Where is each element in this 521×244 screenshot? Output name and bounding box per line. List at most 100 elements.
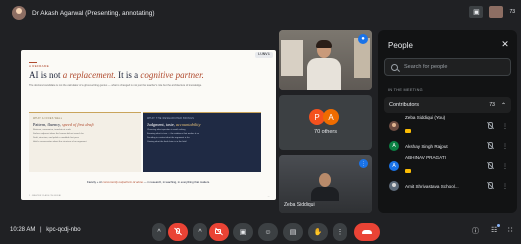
- slide-footer: Faculty + AI concurrently outperform AI …: [21, 180, 276, 184]
- chevron-up-icon[interactable]: ⌃: [501, 102, 506, 109]
- presenter-label: Dr Akash Agarwal (Presenting, annotating…: [32, 9, 155, 17]
- panel-title: People: [388, 41, 413, 50]
- mic-options-chevron-icon[interactable]: ^: [152, 223, 166, 241]
- top-right-controls: ▣ 73: [469, 6, 515, 18]
- card-title-pre: Pattern, fluency,: [33, 122, 63, 127]
- card-title-pre: Judgment, taste,: [147, 122, 176, 127]
- close-icon[interactable]: ✕: [499, 39, 511, 50]
- card-researcher-brings: WHAT THE RESEARCHER BRINGS Judgment, tas…: [143, 112, 261, 172]
- card-eyebrow: WHAT AI DOES WELL: [33, 117, 63, 120]
- meeting-details-icon[interactable]: ⓘ: [472, 226, 479, 236]
- participant-name: Akshay Singh Rajput: [405, 143, 448, 149]
- activities-icon[interactable]: ∷: [508, 226, 512, 234]
- card-line: Draft, structure, and polish a readable …: [33, 137, 79, 139]
- slide-headline: AI is not a replacement. It is a cogniti…: [29, 70, 204, 80]
- people-panel: People ✕ IN THE MEETING Contributors 73 …: [378, 30, 517, 213]
- card-line: Owning what the final claim is in the fi…: [147, 141, 187, 143]
- speaker-hair: [316, 40, 332, 48]
- meet-window: Dr Akash Agarwal (Presenting, annotating…: [0, 0, 521, 244]
- headline-pre: AI is not: [29, 70, 63, 80]
- search-input[interactable]: [404, 64, 504, 70]
- card-eyebrow: WHAT THE RESEARCHER BRINGS: [147, 117, 195, 120]
- people-search-box[interactable]: [384, 58, 511, 76]
- search-icon: [391, 63, 398, 71]
- card-line: Retrieve, summarise, translate at scale: [33, 129, 71, 131]
- video-background-shelf: [281, 40, 303, 76]
- top-bar: Dr Akash Agarwal (Presenting, annotating…: [0, 0, 521, 26]
- hang-up-icon: [362, 230, 372, 234]
- card-line: Knowing what is true — the evidence that…: [147, 133, 199, 135]
- mic-toggle-button[interactable]: [168, 223, 188, 241]
- footer-pre: Faculty + AI: [87, 180, 103, 184]
- emoji-reaction-icon[interactable]: ☺: [258, 223, 278, 241]
- avatar: A: [323, 109, 339, 125]
- slide-next-arrow-icon[interactable]: →: [267, 194, 270, 198]
- leave-call-button[interactable]: [354, 223, 380, 241]
- screen-share-icon[interactable]: ▣: [469, 6, 484, 18]
- participant-row[interactable]: A ABHINAV PRAGATI ⋮: [384, 155, 511, 178]
- card-line: Surface adjacent ideas the human did not…: [33, 133, 84, 135]
- mic-off-icon: [486, 162, 494, 170]
- people-panel-icon[interactable]: ☷: [491, 226, 497, 234]
- more-options-icon[interactable]: ⋮: [502, 123, 508, 130]
- headline-accent-2: cognitive partner.: [140, 70, 204, 80]
- camera-off-icon: [215, 228, 223, 236]
- video-tile-others[interactable]: P A 70 others: [279, 95, 372, 150]
- video-tile-speaker[interactable]: ●: [279, 30, 372, 90]
- section-label: IN THE MEETING: [388, 88, 423, 92]
- avatar: [389, 121, 399, 131]
- participant-name: Amit Shrivastava School...: [405, 183, 459, 189]
- eyebrow-rule: [29, 62, 37, 63]
- avatar: A: [389, 141, 399, 151]
- participants-avatar-icon[interactable]: [489, 6, 504, 18]
- contributors-header[interactable]: Contributors 73 ⌃: [384, 97, 511, 113]
- present-screen-icon[interactable]: ▣: [233, 223, 253, 241]
- headline-accent-1: a replacement.: [62, 70, 116, 80]
- card-title: Judgment, taste, accountability: [147, 122, 257, 127]
- card-ai-does-well: WHAT AI DOES WELL Pattern, fluency, spee…: [29, 112, 141, 172]
- card-title: Pattern, fluency, speed of first draft: [33, 122, 137, 127]
- mic-off-icon: [174, 228, 182, 236]
- mic-off-icon: [486, 122, 494, 130]
- self-head: [319, 173, 331, 187]
- camera-toggle-button[interactable]: [209, 223, 229, 241]
- host-badge-icon: [405, 168, 411, 173]
- notification-dot-icon: [497, 224, 500, 227]
- more-options-icon[interactable]: ⋮: [502, 183, 508, 190]
- self-figure: [311, 187, 339, 201]
- slide-live-badge: LUNV1: [254, 52, 273, 58]
- card-title-accent: accountability: [175, 122, 201, 127]
- participant-row[interactable]: Amit Shrivastava School... ⋮: [384, 177, 511, 195]
- slide-eyebrow: A REFRAME: [29, 64, 50, 68]
- more-options-icon[interactable]: ⋮: [502, 163, 508, 170]
- participant-info: ABHINAV PRAGATI: [405, 155, 486, 178]
- footer-post: — in research, in teaching, in everythin…: [142, 180, 210, 184]
- participant-info: Zeba Siddiqui (You): [405, 115, 486, 138]
- card-line: Choosing what question is worth asking: [147, 129, 186, 131]
- card-title-accent: speed of first draft: [62, 122, 94, 127]
- clock-time: 10:28 AM: [10, 227, 36, 233]
- meeting-code: kpc-qcdj-nbo: [46, 227, 81, 233]
- more-options-icon[interactable]: ⋮: [502, 143, 508, 150]
- speaking-indicator-icon: ●: [358, 34, 368, 44]
- participant-name: Zeba Siddiqui (You): [405, 114, 446, 120]
- mic-off-icon: [486, 182, 494, 190]
- card-line: Hold a conversation about the structure …: [33, 141, 87, 143]
- speaker-figure: [307, 58, 341, 90]
- slide-subtitle: The doctoral candidate is not the calcul…: [29, 84, 202, 87]
- participant-row[interactable]: A Akshay Singh Rajput ⋮: [384, 137, 511, 155]
- video-background-shelf: [354, 38, 370, 78]
- card-line: Deciding in context what the argument is…: [147, 137, 190, 139]
- headline-mid: It is a: [115, 70, 141, 80]
- camera-options-chevron-icon[interactable]: ^: [193, 223, 207, 241]
- participant-row[interactable]: Zeba Siddiqui (You) ⋮: [384, 115, 511, 138]
- self-options-icon[interactable]: ⋮: [359, 159, 368, 168]
- captions-icon[interactable]: ▤: [283, 223, 303, 241]
- avatar: [389, 181, 399, 191]
- slide-page-label: 1 · MASTER CLASS ON GEN AI: [29, 195, 61, 197]
- raise-hand-icon[interactable]: ✋: [308, 223, 328, 241]
- video-tile-self[interactable]: ⋮ Zeba Siddiqui: [279, 155, 372, 213]
- contributors-label: Contributors: [389, 102, 419, 108]
- more-options-icon[interactable]: ⋮: [333, 223, 347, 241]
- participant-count: 73: [509, 9, 515, 15]
